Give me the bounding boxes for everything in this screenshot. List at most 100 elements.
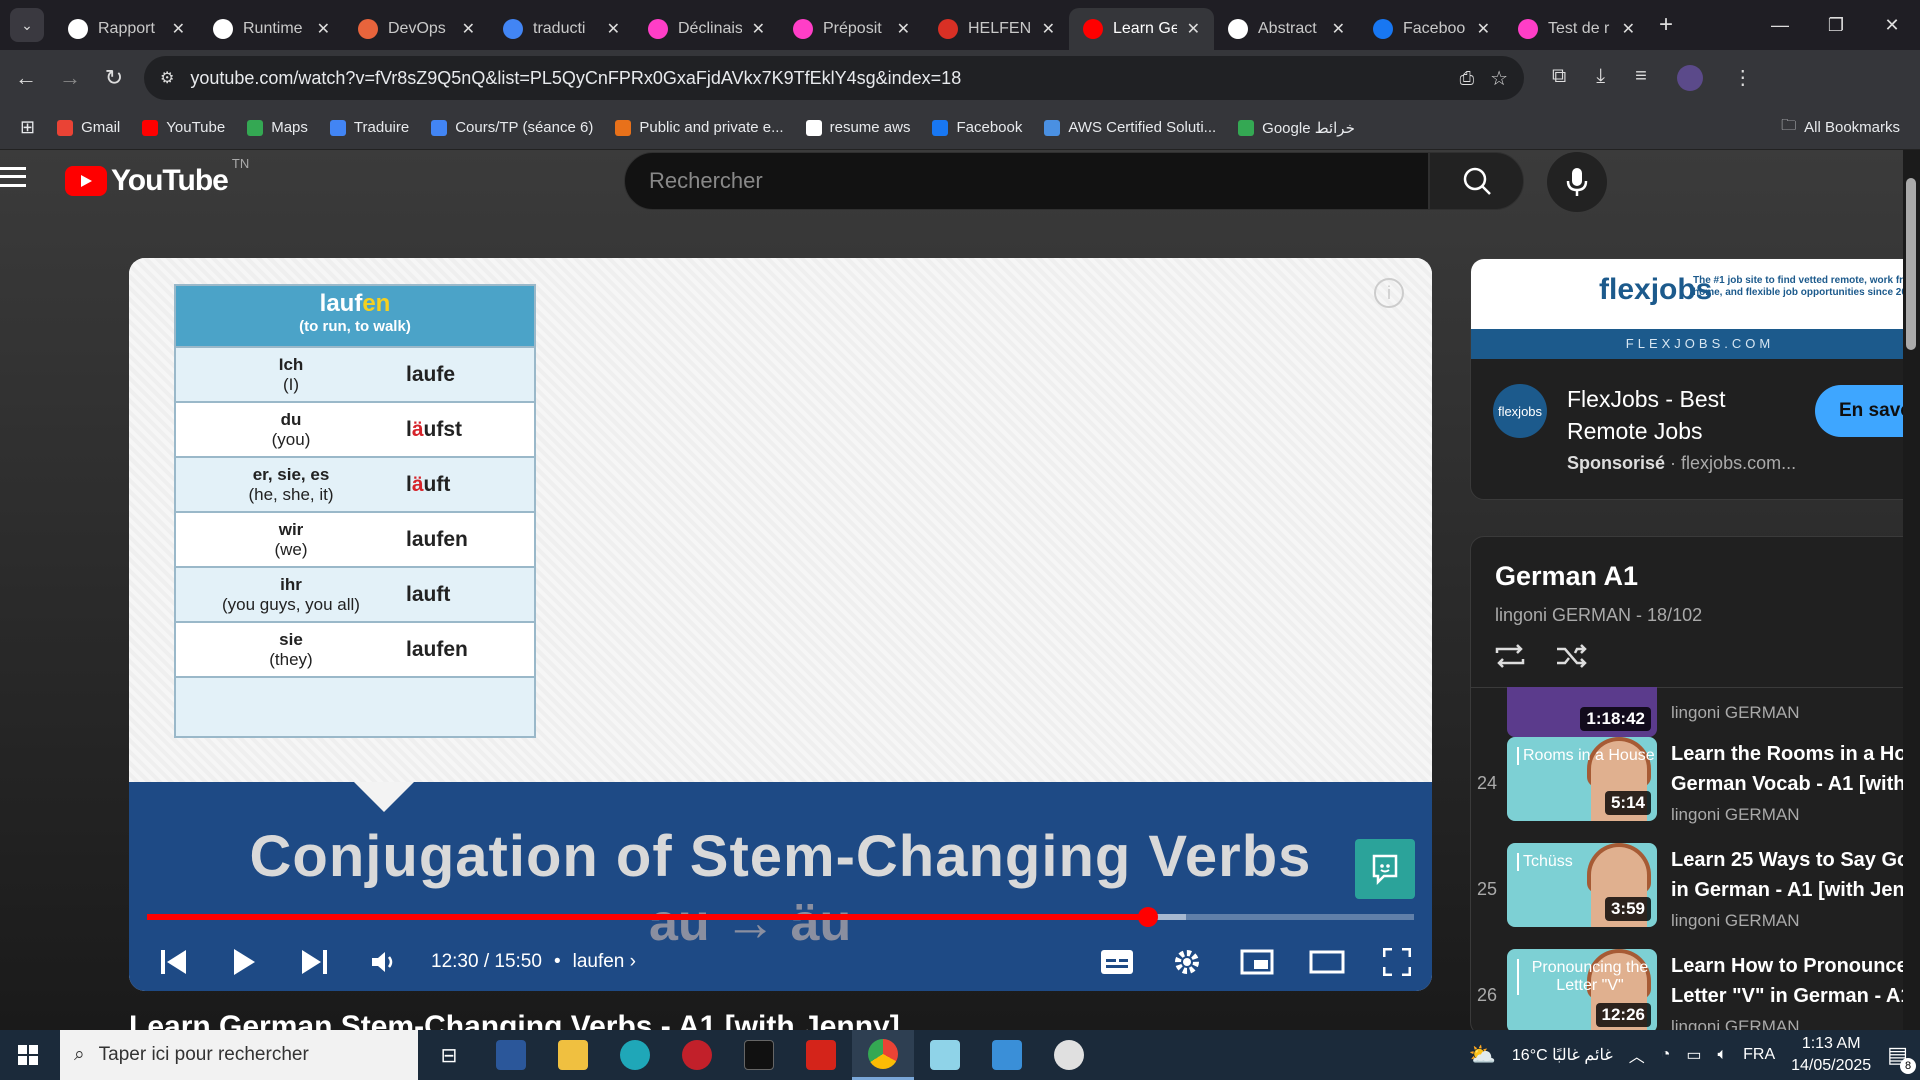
volume-button[interactable] [349,950,419,974]
notification-button[interactable]: ▤ 8 [1887,1042,1916,1074]
weather-icon[interactable]: ⛅ [1468,1042,1495,1068]
playlist-video-title[interactable]: Learn How to Pronounce the Letter "V" in … [1671,951,1920,1011]
language-indicator[interactable]: FRA [1743,1046,1775,1064]
close-window-button[interactable]: ✕ [1864,0,1920,50]
site-info-icon[interactable]: ⚙ [160,68,174,88]
shuffle-button[interactable] [1555,641,1589,676]
browser-tab[interactable]: Préposit ✕ [779,8,924,50]
download-icon[interactable]: ⤓ [1596,65,1605,91]
tab-close-icon[interactable]: ✕ [607,19,620,39]
bookmark-item[interactable]: Cours/TP (séance 6) [431,119,593,137]
tab-close-icon[interactable]: ✕ [317,19,330,39]
search-input[interactable]: Rechercher [624,152,1429,210]
restore-button[interactable]: ❐ [1808,0,1864,50]
scrubber-handle[interactable] [1137,907,1158,927]
install-app-icon[interactable]: ⎙ [1460,68,1474,89]
clock[interactable]: 1:13 AM 14/05/2025 [1791,1033,1871,1077]
ad-title[interactable]: FlexJobs - Best Remote Jobs [1567,383,1726,447]
video-player[interactable]: i laufen (to run, to walk) Ich (I) laufe du… [129,258,1432,991]
paint-app[interactable] [976,1030,1038,1080]
new-tab-button[interactable]: + [1659,11,1673,39]
snip-app[interactable] [1038,1030,1100,1080]
bookmark-item[interactable]: Gmail [57,119,120,137]
tab-close-icon[interactable]: ✕ [897,19,910,39]
tab-close-icon[interactable]: ✕ [1187,19,1200,39]
notes-app[interactable] [914,1030,976,1080]
speaker-icon[interactable]: 🔈︎ [1718,1046,1728,1064]
minimize-button[interactable]: — [1752,0,1808,50]
progress-bar[interactable] [147,907,1414,927]
youtube-logo[interactable]: YouTube TN [65,156,249,198]
address-bar[interactable]: ⚙ youtube.com/watch?v=fVr8sZ9Q5nQ&list=P… [144,56,1524,100]
url-text[interactable]: youtube.com/watch?v=fVr8sZ9Q5nQ&list=PL5… [190,68,1443,89]
bookmark-item[interactable]: Traduire [329,119,409,137]
bookmark-item[interactable]: Google خرائط [1238,119,1355,137]
menu-icon[interactable]: ⋮ [1733,65,1753,91]
video-thumbnail[interactable]: Tchüss 3:59 [1507,843,1657,927]
bookmark-item[interactable]: Maps [247,119,308,137]
edge-app[interactable] [604,1030,666,1080]
fullscreen-button[interactable] [1362,947,1432,976]
next-button[interactable] [279,949,349,975]
browser-tab[interactable]: Faceboo ✕ [1359,8,1504,50]
video-thumbnail[interactable]: Pronouncing the Letter "V" 12:26 [1507,949,1657,1033]
bookmark-item[interactable]: YouTube [142,119,225,137]
bookmark-item[interactable]: AWS Certified Soluti... [1044,119,1216,137]
back-button[interactable]: ← [8,65,44,91]
browser-tab[interactable]: DevOps ✕ [344,8,489,50]
extensions-icon[interactable]: ⧉ [1552,65,1566,91]
browser-tab[interactable]: Abstract ✕ [1214,8,1359,50]
playlist-title[interactable]: German A1 [1495,561,1638,592]
bookmark-item[interactable]: Facebook [932,119,1022,137]
loop-button[interactable] [1493,641,1527,676]
tab-close-icon[interactable]: ✕ [1477,19,1490,39]
theater-mode-button[interactable] [1292,950,1362,974]
word-app[interactable] [480,1030,542,1080]
captions-chat-icon[interactable] [1355,839,1415,899]
chapter-button[interactable]: laufen › [573,951,636,973]
ad-logo-avatar[interactable]: flexjobs [1493,384,1547,438]
chevron-up-icon[interactable]: ︿ [1629,1043,1645,1067]
list-item[interactable]: 26 Pronouncing the Letter "V" 12:26 Learn H… [1471,949,1920,1035]
settings-button[interactable] [1152,947,1222,977]
video-thumbnail[interactable]: Rooms in a House 5:14 [1507,737,1657,821]
list-item[interactable]: 24 Rooms in a House 5:14 Learn the Rooms in… [1471,737,1920,827]
voice-search-button[interactable] [1547,152,1607,212]
subtitles-button[interactable] [1082,949,1152,975]
apps-grid-icon[interactable]: ⊞ [20,117,35,138]
info-icon[interactable]: i [1374,278,1404,308]
tab-close-icon[interactable]: ✕ [172,19,185,39]
task-view-button[interactable]: ⊟ [418,1030,480,1080]
page-scrollbar[interactable] [1903,150,1920,1030]
previous-button[interactable] [139,949,209,975]
chrome-app[interactable] [852,1030,914,1080]
browser-tab[interactable]: Rapport ✕ [54,8,199,50]
play-button[interactable] [209,948,279,976]
browser-tab[interactable]: Test de r ✕ [1504,8,1649,50]
browser-tab[interactable]: traducti ✕ [489,8,634,50]
ad-banner[interactable]: flexjobs The #1 job site to find vetted … [1471,259,1920,359]
browser-tab[interactable]: HELFEN ✕ [924,8,1069,50]
terminal-app[interactable] [728,1030,790,1080]
hamburger-menu-icon[interactable] [0,167,26,187]
media-control-icon[interactable]: ≡ [1635,65,1647,91]
browser-tab[interactable]: Déclinais ✕ [634,8,779,50]
security-app[interactable] [666,1030,728,1080]
tab-close-icon[interactable]: ✕ [1622,19,1635,39]
weather-text[interactable]: 16°C غائم غالبًا [1512,1045,1613,1065]
list-item[interactable]: 1:18:42 lingoni GERMAN [1471,687,1920,737]
tab-search-button[interactable]: ⌄ [10,8,44,42]
list-item[interactable]: 25 Tchüss 3:59 Learn 25 Ways to Say Good in … [1471,843,1920,933]
all-bookmarks-button[interactable]: 🗀 All Bookmarks [1781,115,1900,140]
tab-close-icon[interactable]: ✕ [1042,19,1055,39]
start-button[interactable] [0,1030,56,1080]
bookmark-item[interactable]: resume aws [805,119,910,137]
tab-close-icon[interactable]: ✕ [752,19,765,39]
browser-tab[interactable]: Learn Ge ✕ [1069,8,1214,50]
miniplayer-button[interactable] [1222,949,1292,975]
tab-close-icon[interactable]: ✕ [462,19,475,39]
playlist-video-title[interactable]: Learn 25 Ways to Say Good in German - A1 … [1671,845,1920,905]
browser-tab[interactable]: Runtime ✕ [199,8,344,50]
file-explorer-app[interactable] [542,1030,604,1080]
battery-icon[interactable]: ▭ [1686,1045,1701,1065]
